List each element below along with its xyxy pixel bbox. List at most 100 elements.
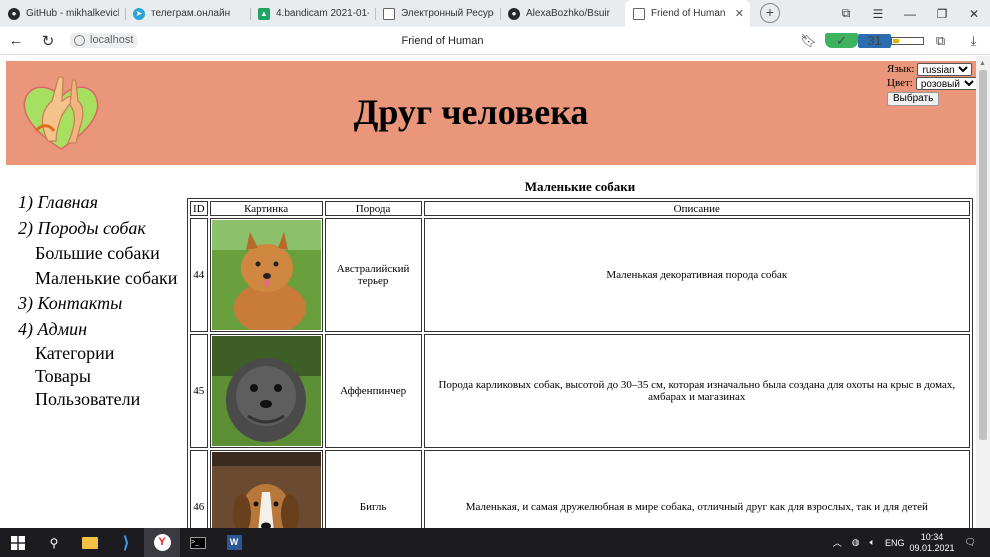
tab-electronic-resource[interactable]: Электронный Ресурс — [375, 0, 500, 27]
tab-github[interactable]: ● GitHub - mikhalkevich — [0, 0, 125, 27]
telegram-icon: ➤ — [133, 7, 145, 20]
clock-date: 09.01.2021 — [909, 542, 955, 553]
row-breed: Аффенпинчер — [324, 334, 422, 448]
minimize-icon[interactable]: — — [894, 7, 926, 21]
nav-small-dogs-link[interactable]: Маленькие собаки — [18, 266, 188, 291]
close-window-icon[interactable]: ✕ — [958, 7, 990, 21]
language-select[interactable]: russian — [917, 62, 973, 76]
section-heading: Маленькие собаки — [524, 179, 636, 194]
site-title: Друг человека — [353, 92, 589, 132]
tab-title: AlexaBozhko/Bsuir — [526, 8, 610, 19]
tab-title: Friend of Human — [651, 8, 726, 19]
affenpinscher-photo — [211, 336, 321, 446]
clock-time: 10:34 — [920, 531, 944, 542]
row-id: 44 — [190, 218, 208, 332]
page-scrollbar[interactable]: ▲ — [976, 56, 990, 528]
tab-friend-of-human[interactable]: Friend of Human ✕ — [625, 0, 750, 27]
row-breed: Австралийский терьер — [324, 218, 422, 332]
beagle-photo — [211, 452, 321, 528]
address-bar: ← ↻ localhost Friend of Human 🔖︎ ✓ 31 ⧉ … — [0, 27, 990, 55]
github-icon: ● — [508, 7, 520, 20]
tab-google-drive[interactable]: ▲ 4.bandicam 2021-01-0 — [250, 0, 375, 27]
row-breed: Бигль — [324, 450, 422, 528]
toolbar-icons: 🔖︎ ✓ 31 ⧉ ⤓ — [792, 33, 990, 49]
column-header-id: ID — [190, 201, 208, 216]
windows-start-icon[interactable] — [0, 528, 36, 557]
yandex-browser-icon[interactable]: Y — [144, 528, 180, 557]
site-header: Друг человека Язык: russian Цвет: розовы… — [6, 61, 978, 165]
restore-icon[interactable]: ❐ — [926, 7, 958, 21]
table-header-row: ID Картинка Порода Описание — [190, 201, 970, 216]
browser-tab-bar: ● GitHub - mikhalkevich ➤ телеграм.онлай… — [0, 0, 990, 27]
tab-telegram[interactable]: ➤ телеграм.онлайн — [125, 0, 250, 27]
scrollbar-thumb[interactable] — [979, 70, 987, 440]
reading-list-icon[interactable]: ⧉ — [924, 33, 957, 49]
tab-github-bsuir[interactable]: ● AlexaBozhko/Bsuir — [500, 0, 625, 27]
row-picture-cell — [209, 450, 323, 528]
word-icon[interactable]: W — [216, 528, 252, 557]
tab-title: GitHub - mikhalkevich — [26, 8, 119, 19]
row-description: Маленькая декоративная порода собак — [423, 218, 970, 332]
color-select[interactable]: розовый — [915, 76, 978, 90]
table-row: 46 Бигль Маленькая, и самая дружелюбная … — [190, 450, 970, 528]
nav-big-dogs-link[interactable]: Большие собаки — [18, 241, 188, 266]
submit-settings-button[interactable]: Выбрать — [887, 91, 940, 106]
row-picture-cell — [209, 218, 323, 332]
url-field[interactable]: localhost — [70, 33, 138, 48]
reload-icon[interactable]: ↻ — [32, 32, 64, 50]
nav-admin-link[interactable]: 4) Админ — [18, 317, 188, 343]
protect-shield-icon[interactable]: ✓ — [825, 33, 858, 48]
volume-icon[interactable]: 🔈︎ — [870, 537, 875, 548]
page-viewport: Друг человека Язык: russian Цвет: розовы… — [0, 56, 990, 528]
new-tab-button[interactable]: + — [760, 3, 780, 23]
network-icon[interactable]: ◍ — [852, 537, 860, 548]
column-header-breed: Порода — [324, 201, 422, 216]
clock[interactable]: 10:34 09.01.2021 — [910, 532, 955, 554]
scroll-up-icon[interactable]: ▲ — [979, 59, 986, 67]
download-icon[interactable]: ⤓ — [957, 33, 990, 49]
bookmark-icon[interactable]: 🔖︎ — [792, 33, 825, 49]
github-icon: ● — [8, 7, 20, 20]
file-explorer-icon[interactable] — [72, 528, 108, 557]
calendar-extension-icon[interactable]: 31 — [858, 33, 891, 48]
column-header-picture: Картинка — [209, 201, 323, 216]
google-drive-icon: ▲ — [258, 7, 270, 20]
table-row: 44 Австралийский терьер Маленькая декора… — [190, 218, 970, 332]
column-header-description: Описание — [423, 201, 970, 216]
nav-breeds-link[interactable]: 2) Породы собак — [18, 216, 188, 242]
tab-title: Электронный Ресурс — [401, 8, 494, 19]
row-picture-cell — [209, 334, 323, 448]
tab-title: 4.bandicam 2021-01-0 — [276, 8, 369, 19]
nav-categories-link[interactable]: Категории — [18, 342, 188, 365]
vscode-icon[interactable]: ⟩ — [108, 528, 144, 557]
chevron-up-icon[interactable]: ︿ — [833, 536, 842, 549]
terminal-icon[interactable]: >_ — [180, 528, 216, 557]
tab-title: телеграм.онлайн — [151, 8, 231, 19]
menu-icon[interactable]: ☰ — [862, 7, 894, 21]
row-id: 46 — [190, 450, 208, 528]
window-controls: ⧉ ☰ — ❐ ✕ — [830, 0, 990, 27]
language-label: Язык: — [887, 63, 915, 75]
battery-icon[interactable] — [891, 33, 924, 48]
document-icon — [383, 7, 395, 20]
close-icon[interactable]: ✕ — [735, 7, 744, 20]
nav-contacts-link[interactable]: 3) Контакты — [18, 291, 188, 317]
row-id: 45 — [190, 334, 208, 448]
settings-form: Язык: russian Цвет: розовый Выбрать — [887, 62, 978, 106]
notifications-icon[interactable]: 🗨︎ — [965, 537, 976, 548]
url-text: localhost — [90, 34, 134, 46]
tab-collections-icon[interactable]: ⧉ — [830, 6, 862, 21]
row-description: Порода карликовых собак, высотой до 30–3… — [423, 334, 970, 448]
nav-goods-link[interactable]: Товары — [18, 365, 188, 388]
nav-users-link[interactable]: Пользователи — [18, 388, 188, 411]
dogs-table: ID Картинка Порода Описание 44 Австралий… — [187, 198, 973, 528]
globe-icon — [74, 34, 85, 46]
color-label: Цвет: — [887, 77, 913, 89]
nav-home-link[interactable]: 1) Главная — [18, 190, 188, 216]
windows-taskbar: ⚲ ⟩ Y >_ W ︿ ◍ 🔈︎ ENG 10:34 09.01.2021 🗨… — [0, 528, 990, 557]
keyboard-language[interactable]: ENG — [885, 538, 905, 548]
main-content: Маленькие собаки ID Картинка Порода Опис… — [187, 180, 973, 528]
back-icon[interactable]: ← — [0, 32, 32, 49]
search-icon[interactable]: ⚲ — [36, 528, 72, 557]
side-navigation: 1) Главная 2) Породы собак Большие собак… — [18, 190, 188, 411]
